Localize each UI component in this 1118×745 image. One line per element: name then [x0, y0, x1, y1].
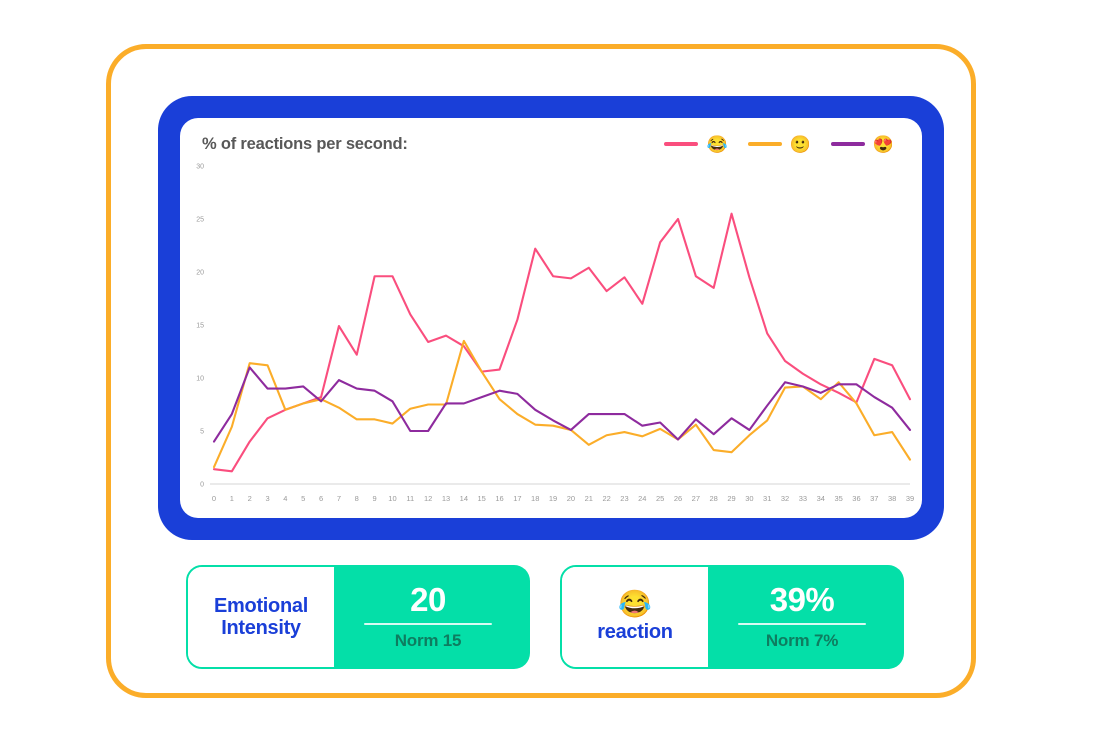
- x-axis-tick-label: 18: [531, 494, 539, 503]
- line-chart-svg: 0510152025300 1 2 3 4 5 6 7 8 9 10 11 12 13 14 15 16 17 18…: [196, 164, 914, 504]
- x-axis-tick-label: 39: [906, 494, 914, 503]
- series-line-smiling: [212, 339, 912, 469]
- y-axis-tick-label: 15: [196, 323, 204, 330]
- x-axis-tick-label: 25: [656, 494, 664, 503]
- stat-card-label-side: 😂 reaction: [562, 567, 708, 667]
- smiling-face-with-heart-eyes-emoji: 😍: [872, 134, 894, 154]
- x-axis-tick-label: 3: [265, 494, 269, 503]
- x-axis-tick-label: 20: [567, 494, 575, 503]
- x-axis-tick-label: 2: [248, 494, 252, 503]
- x-axis-tick-label: 36: [852, 494, 860, 503]
- x-axis-tick-label: 5: [301, 494, 305, 503]
- stat-card-label-side: Emotional Intensity: [188, 567, 334, 667]
- chart-legend: 😂 🙂 😍: [664, 136, 900, 153]
- x-axis-tick-label: 35: [834, 494, 842, 503]
- x-axis-tick-label: 21: [585, 494, 593, 503]
- x-axis-tick-label: 17: [513, 494, 521, 503]
- x-axis-tick-label: 33: [799, 494, 807, 503]
- stat-card-value: 39%: [769, 581, 835, 618]
- x-axis-tick-label: 24: [638, 494, 646, 503]
- x-axis-tick-label: 7: [337, 494, 341, 503]
- y-axis-tick-label: 20: [196, 270, 204, 277]
- stat-card-value-side: 20 Norm 15: [326, 565, 530, 669]
- x-axis-tick-label: 37: [870, 494, 878, 503]
- stat-card-emotional-intensity[interactable]: Emotional Intensity 20 Norm 15: [186, 565, 530, 669]
- app-root: % of reactions per second: 😂 🙂 😍 0 5 10 15 20 2…: [0, 0, 1118, 745]
- x-axis-tick-label: 16: [495, 494, 503, 503]
- x-axis-tick-label: 14: [460, 494, 468, 503]
- face-with-tears-of-joy-emoji: 😂: [618, 588, 652, 619]
- x-axis-tick-label: 12: [424, 494, 432, 503]
- y-axis-tick-label: 0: [200, 482, 204, 489]
- x-axis-tick-label: 11: [406, 494, 414, 503]
- x-axis-tick-label: 27: [692, 494, 700, 503]
- stat-card-laugh-reaction[interactable]: 😂 reaction 39% Norm 7%: [560, 565, 904, 669]
- y-axis-tick-label: 25: [196, 217, 204, 224]
- device-frame: % of reactions per second: 😂 🙂 😍 0 5 10 15 20 2…: [158, 96, 944, 540]
- stat-card-label-line1: Emotional: [214, 594, 308, 617]
- y-axis-tick-label: 5: [200, 429, 204, 436]
- x-axis-tick-label: 0: [212, 494, 216, 503]
- x-axis-tick-label: 30: [745, 494, 753, 503]
- legend-item-smiling[interactable]: 🙂: [747, 134, 811, 154]
- legend-swatch-in-love: [830, 142, 865, 146]
- x-axis-tick-label: 15: [478, 494, 486, 503]
- x-axis-tick-label: 23: [620, 494, 628, 503]
- legend-swatch-smiling: [747, 142, 782, 146]
- stat-card-divider: [364, 623, 492, 625]
- stat-card-value-side: 39% Norm 7%: [700, 565, 904, 669]
- slightly-smiling-face-emoji: 🙂: [789, 134, 811, 154]
- x-axis-tick-label: 26: [674, 494, 682, 503]
- x-axis-tick-label: 28: [710, 494, 718, 503]
- x-axis-tick-label: 29: [727, 494, 735, 503]
- face-with-tears-of-joy-emoji: 😂: [706, 134, 728, 154]
- chart-screen: % of reactions per second: 😂 🙂 😍 0 5 10 15 20 2…: [180, 118, 922, 518]
- x-axis-tick-label: 19: [549, 494, 557, 503]
- x-axis-tick-label: 10: [388, 494, 396, 503]
- stat-card-norm: Norm 15: [394, 631, 462, 650]
- legend-item-laughing[interactable]: 😂: [664, 134, 728, 154]
- series-line-in-love: [212, 366, 912, 443]
- stat-card-label: Emotional Intensity: [214, 595, 308, 640]
- x-axis-tick-label: 31: [763, 494, 771, 503]
- stat-cards: Emotional Intensity 20 Norm 15 😂 reaction 39% N…: [186, 565, 904, 669]
- legend-item-in-love[interactable]: 😍: [830, 134, 894, 154]
- stat-card-label-line2: Intensity: [221, 617, 301, 639]
- x-axis-tick-label: 1: [230, 494, 234, 503]
- y-axis-tick-label: 30: [196, 164, 204, 171]
- y-axis-tick-label: 10: [196, 376, 204, 383]
- x-axis-tick-label: 38: [888, 494, 896, 503]
- x-axis-tick-label: 13: [442, 494, 450, 503]
- x-axis-tick-label: 22: [602, 494, 610, 503]
- x-axis-tick-label: 32: [781, 494, 789, 503]
- x-axis-tick-label: 6: [319, 494, 323, 503]
- series-line-laughing: [212, 212, 912, 473]
- x-axis-tick-label: 34: [817, 494, 825, 503]
- chart-plot-area: 0 5 10 15 20 25 30 0 1 2 3 4 5 6 7 8 9 10 11 12 13 14 15 16 17 18…: [180, 156, 922, 518]
- stat-card-value: 20: [410, 581, 446, 618]
- stat-card-norm: Norm 7%: [765, 631, 839, 650]
- chart-title: % of reactions per second:: [202, 134, 408, 153]
- x-axis-tick-label: 4: [283, 494, 287, 503]
- stat-card-label: reaction: [597, 620, 673, 643]
- x-axis-tick-label: 9: [373, 494, 377, 503]
- stat-card-divider: [738, 623, 866, 625]
- x-axis-tick-label: 8: [355, 494, 359, 503]
- legend-swatch-laughing: [664, 142, 699, 146]
